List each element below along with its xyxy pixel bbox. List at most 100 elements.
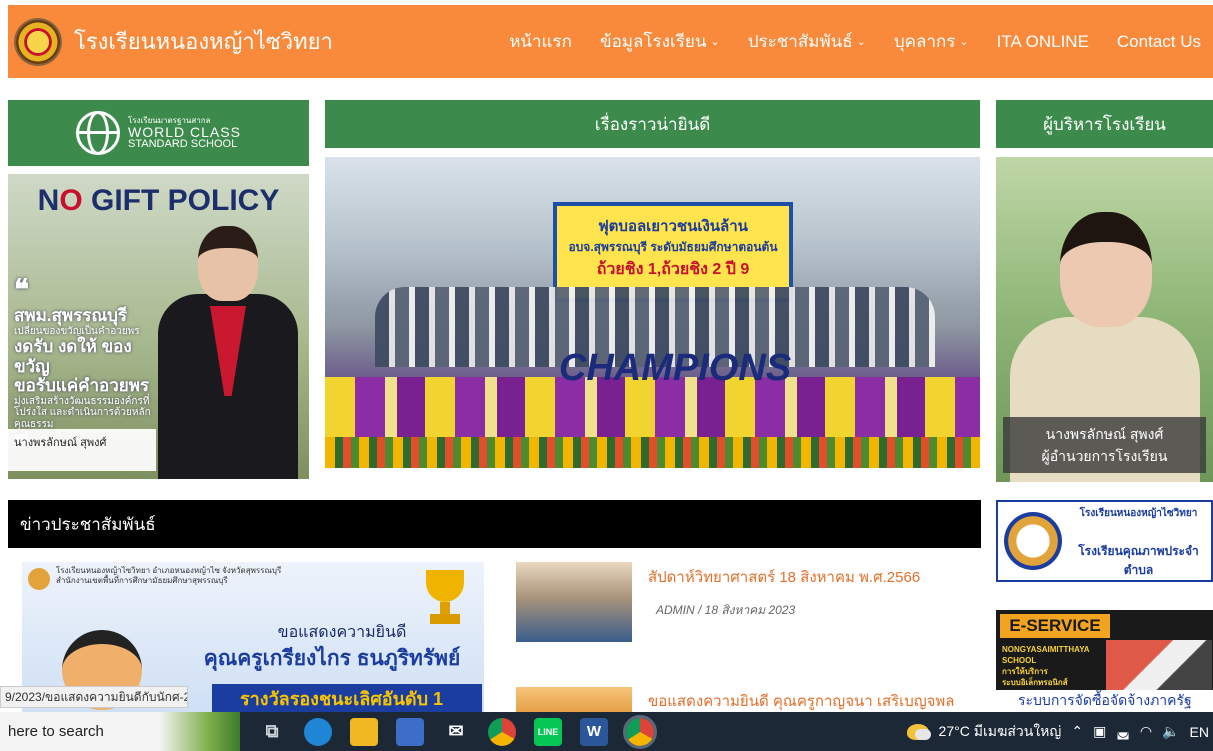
no-gift-policy-poster[interactable]: NO GIFT POLICY ❝ สพม.สุพรรณบุรี เปลี่ยนข… (8, 174, 309, 479)
trophy-cup (426, 570, 464, 602)
school-logo-small (28, 568, 50, 590)
executive-photo[interactable]: นางพรลักษณ์ สุพงศ์ ผู้อำนวยการโรงเรียน (996, 157, 1213, 482)
executive-position: ผู้อำนวยการโรงเรียน (1041, 448, 1168, 464)
main-nav: หน้าแรก ข้อมูลโรงเรียน ⌄ ประชาสัมพันธ์ ⌄ บ… (509, 5, 1201, 78)
chevron-down-icon: ⌄ (959, 36, 969, 48)
banner-line3: ถ้วยชิง 1,ถ้วยชิง 2 ปี 9 (596, 261, 750, 278)
store-icon[interactable] (396, 717, 424, 746)
search-placeholder: here to search (8, 723, 104, 740)
file-explorer-icon[interactable] (350, 717, 378, 746)
quality-school-banner[interactable]: โรงเรียนหนองหญ้าไซวิทยา โรงเรียนคุณภาพปร… (996, 500, 1213, 582)
trophy-icon (422, 570, 468, 624)
champions-photo[interactable]: ฟุตบอลเยาวชนเงินล้าน อบจ.สุพรรณบุรี ระดั… (325, 157, 980, 468)
gift-org: สพม.สุพรรณบุรี (14, 306, 128, 326)
chevron-down-icon: ⌄ (856, 36, 866, 48)
eservice-label: E-SERVICE (1000, 614, 1110, 638)
procurement-link[interactable]: ระบบการจัดซื้อจัดจ้างภาครัฐ (996, 690, 1213, 712)
nav-ita[interactable]: ITA ONLINE (997, 32, 1089, 52)
system-tray: 27°C มีเมฆส่วนใหญ่ ⌃ ▣ ◛ ◠ 🔈 EN (906, 712, 1213, 751)
school-logo[interactable] (14, 17, 62, 66)
wifi-icon[interactable]: ◠ (1140, 723, 1152, 740)
world-class-banner[interactable]: โรงเรียนมาตรฐานสากล WORLD CLASS STANDARD… (8, 100, 309, 166)
trophy-stem (440, 602, 450, 614)
language-indicator[interactable]: EN (1190, 724, 1209, 740)
site-title[interactable]: โรงเรียนหนองหญ้าไซวิทยา (74, 24, 333, 59)
feature-school-text: โรงเรียนหนองหญ้าไซวิทยา อำเภอหนองหญ้าไซ … (56, 566, 281, 586)
pr-news-title: ข่าวประชาสัมพันธ์ (8, 500, 981, 548)
chevron-down-icon: ⌄ (710, 36, 720, 48)
gift-title-rest: GIFT POLICY (82, 184, 280, 217)
chevron-up-icon[interactable]: ⌃ (1071, 723, 1083, 740)
globe-icon (76, 111, 121, 155)
chrome-icon[interactable] (488, 717, 516, 746)
eservice-sub1: NONGYASAIMITTHAYA (1002, 645, 1090, 654)
nav-ita-label: ITA ONLINE (996, 31, 1089, 51)
eservice-subtext: NONGYASAIMITTHAYA SCHOOL การให้บริการ ระ… (1002, 644, 1102, 688)
banner-line2: อบจ.สุพรรณบุรี ระดับมัธยมศึกษาตอนต้น (568, 240, 778, 254)
nav-pr-label: ประชาสัมพันธ์ (747, 32, 853, 51)
quality-emblem (1004, 512, 1062, 570)
executive-caption: นางพรลักษณ์ สุพงศ์ ผู้อำนวยการโรงเรียน (1003, 417, 1206, 473)
nav-pr[interactable]: ประชาสัมพันธ์ ⌄ (748, 28, 866, 55)
director-photo-small (158, 226, 298, 479)
gift-policy-title: NO GIFT POLICY (8, 184, 309, 218)
news-title-2[interactable]: ขอแสดงความยินดี คุณครูกาญจนา เสริเบญจพล (648, 689, 954, 713)
gift-title-o: O (59, 184, 83, 217)
world-class-text: โรงเรียนมาตรฐานสากล WORLD CLASS STANDARD… (128, 116, 241, 150)
line-icon[interactable]: LINE (534, 717, 562, 746)
feature-school-line1: โรงเรียนหนองหญ้าไซวิทยา อำเภอหนองหญ้าไซ … (56, 566, 282, 575)
windows-taskbar: here to search ⧉ ✉ LINE W 27°C มีเมฆส่วน… (0, 712, 1213, 751)
nav-home-label: หน้าแรก (509, 32, 572, 51)
eservice-banner[interactable]: E-SERVICE NONGYASAIMITTHAYA SCHOOL การให… (996, 610, 1213, 700)
taskbar-search[interactable]: here to search (0, 712, 240, 751)
stage-flowers (325, 437, 980, 468)
mail-icon[interactable]: ✉ (442, 718, 470, 746)
news-meta-1: ADMIN / 18 สิงหาคม 2023 (656, 603, 796, 617)
eservice-sub4: ระบบอิเล็กทรอนิกส์ (1002, 678, 1068, 687)
feature-award: รางวัลรองชนะเลิศอันดับ 1 (212, 684, 482, 712)
gift-signature: นางพรลักษณ์ สุพงศ์ (8, 429, 156, 471)
executive-name: นางพรลักษณ์ สุพงศ์ (1045, 426, 1164, 442)
nav-home[interactable]: หน้าแรก (509, 28, 572, 55)
wcs-line1: WORLD CLASS (128, 123, 241, 140)
nav-school-info-label: ข้อมูลโรงเรียน (599, 32, 707, 51)
eservice-sub2: SCHOOL (1002, 656, 1037, 665)
person-head (198, 226, 258, 301)
word-icon[interactable]: W (580, 717, 608, 746)
search-highlight-art (160, 712, 240, 751)
status-bar-url: 9/2023/ขอแสดงความยินดีกับนักศ-2/ (0, 686, 188, 708)
champions-sign: CHAMPIONS (558, 347, 792, 389)
edge-icon[interactable] (304, 717, 332, 746)
good-news-title: เรื่องราวน่ายินดี (325, 100, 980, 148)
site-header: โรงเรียนหนองหญ้าไซวิทยา หน้าแรก ข้อมูลโร… (8, 5, 1213, 78)
meet-now-icon[interactable]: ▣ (1093, 723, 1106, 740)
quality-label: โรงเรียนคุณภาพประจำตำบล (1078, 544, 1199, 577)
weather-icon[interactable] (906, 723, 931, 740)
nav-staff-label: บุคลากร (893, 32, 956, 51)
feature-school-line2: สำนักงานเขตพื้นที่การศึกษามัธยมศึกษาสุพร… (56, 576, 228, 585)
quote-open-icon: ❝ (14, 274, 30, 305)
eservice-sub3: การให้บริการ (1002, 667, 1048, 676)
feature-teacher-name: คุณครูเกรียงไกร ธนภูริทรัพย์ (203, 647, 461, 670)
executive-title: ผู้บริหารโรงเรียน (996, 100, 1213, 148)
nav-contact-label: Contact Us (1116, 31, 1201, 51)
chrome-active-icon[interactable] (623, 714, 657, 749)
network-icon[interactable]: ◛ (1116, 723, 1130, 740)
gift-sub2: มุ่งเสริมสร้างวัฒนธรรมองค์กรที่โปร่งใส แ… (14, 395, 151, 430)
task-view-icon[interactable]: ⧉ (258, 718, 286, 746)
weather-text[interactable]: 27°C มีเมฆส่วนใหญ่ (939, 721, 1062, 743)
nav-staff[interactable]: บุคลากร ⌄ (894, 28, 969, 55)
gift-line2: ขอรับแค่คำอวยพร (14, 376, 150, 396)
volume-icon[interactable]: 🔈 (1162, 723, 1179, 740)
wcs-line2: STANDARD SCHOOL (128, 137, 238, 150)
banner-line1: ฟุตบอลเยาวชนเงินล้าน (598, 218, 748, 235)
gift-sub1: เปลี่ยนของขวัญเป็นคำอวยพร (14, 325, 140, 337)
news-thumbnail-1[interactable] (516, 562, 632, 642)
quality-school-name: โรงเรียนหนองหญ้าไซวิทยา (1079, 508, 1198, 519)
nav-contact[interactable]: Contact Us (1117, 32, 1201, 52)
news-title-1[interactable]: สัปดาห์วิทยาศาสตร์ 18 สิงหาคม พ.ศ.2566 (648, 565, 920, 589)
nav-school-info[interactable]: ข้อมูลโรงเรียน ⌄ (600, 28, 720, 55)
gift-title-n: N (37, 184, 60, 217)
gift-line1: งดรับ งดให้ ของขวัญ (14, 337, 132, 376)
executive-head (1060, 212, 1152, 327)
